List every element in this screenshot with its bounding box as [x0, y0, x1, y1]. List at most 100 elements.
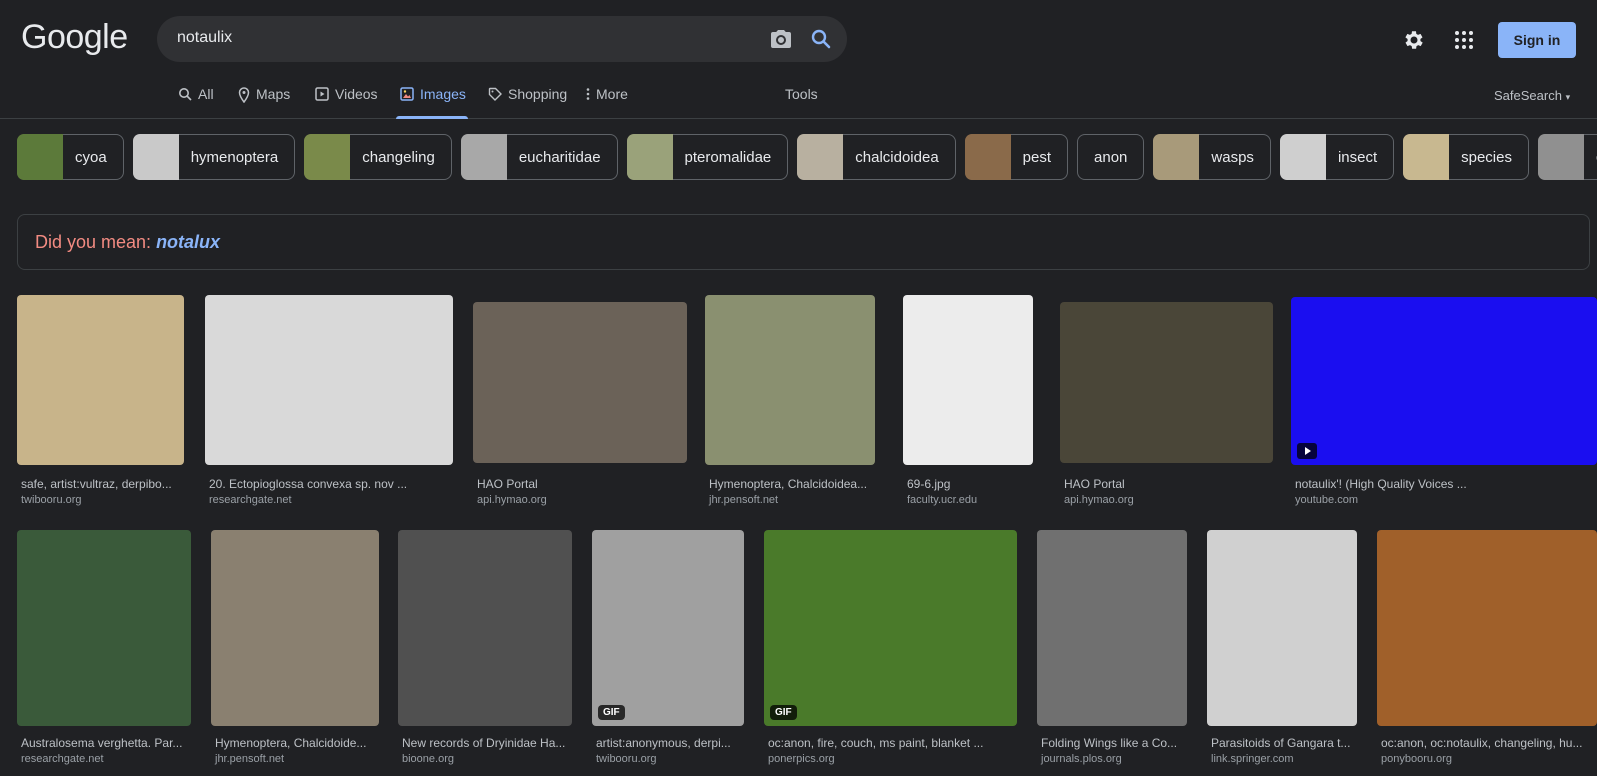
chip-species[interactable]: species	[1403, 134, 1529, 180]
tab-maps[interactable]: Maps	[238, 86, 290, 118]
result-title[interactable]: artist:anonymous, derpi...	[596, 736, 742, 750]
chip-cyoa[interactable]: cyoa	[17, 134, 124, 180]
result-site: faculty.ucr.edu	[907, 494, 978, 506]
chip-pteromalidae[interactable]: pteromalidae	[626, 134, 789, 180]
chip-eucharitidae[interactable]: eucharitidae	[460, 134, 618, 180]
result-site: twibooru.org	[596, 753, 657, 765]
chip-hymenoptera[interactable]: hymenoptera	[132, 134, 296, 180]
result-thumbnail[interactable]	[903, 295, 1033, 465]
chip-wasps[interactable]: wasps	[1153, 134, 1271, 180]
search-box[interactable]: notaulix	[157, 16, 847, 62]
result-thumbnail[interactable]: GIF	[764, 530, 1017, 726]
result-thumbnail[interactable]: GIF	[592, 530, 744, 726]
image-result[interactable]: notaulix'! (High Quality Voices ... youtu…	[1291, 297, 1597, 511]
chip-thumbnail	[797, 134, 844, 180]
chip-chalcidoidea[interactable]: chalcidoidea	[797, 134, 956, 180]
map-pin-icon	[238, 87, 250, 103]
result-title[interactable]: notaulix'! (High Quality Voices ...	[1295, 477, 1595, 491]
chip-insect[interactable]: insect	[1279, 134, 1395, 180]
image-result[interactable]: HAO Portal api.hymao.org	[1060, 302, 1273, 511]
image-result[interactable]: GIF oc:anon, fire, couch, ms paint, blank…	[764, 530, 1017, 770]
result-title[interactable]: oc:anon, fire, couch, ms paint, blanket …	[768, 736, 1015, 750]
tab-tools[interactable]: Tools	[785, 86, 818, 118]
safesearch-dropdown[interactable]: SafeSearch ▾	[1494, 88, 1570, 103]
chip-thumbnail	[460, 134, 507, 180]
chip-thumbnail	[132, 134, 179, 180]
result-thumbnail[interactable]	[473, 302, 687, 463]
result-site: link.springer.com	[1211, 753, 1294, 765]
chip-pest[interactable]: pest	[964, 134, 1069, 180]
google-logo[interactable]: Google	[21, 18, 128, 57]
did-you-mean-suggestion[interactable]: notalux	[156, 232, 220, 252]
result-thumbnail[interactable]	[17, 295, 184, 465]
result-thumbnail[interactable]	[1060, 302, 1273, 463]
image-result[interactable]: Hymenoptera, Chalcidoide... jhr.pensoft.n…	[211, 530, 379, 770]
result-thumbnail[interactable]	[1037, 530, 1187, 726]
related-searches-chips: cyoa hymenoptera changeling eucharitidae pte…	[17, 134, 1597, 182]
search-icon[interactable]	[809, 27, 833, 51]
image-result[interactable]: Australosema verghetta. Par... researchga…	[17, 530, 191, 770]
result-site: twibooru.org	[21, 494, 82, 506]
tab-all[interactable]: All	[178, 86, 214, 118]
chip-label: pest	[1022, 148, 1052, 166]
chip-thumbnail	[1153, 134, 1200, 180]
result-title[interactable]: oc:anon, oc:notaulix, changeling, hu...	[1381, 736, 1595, 750]
chip-label: pteromalidae	[684, 148, 772, 166]
result-thumbnail[interactable]	[211, 530, 379, 726]
image-result[interactable]: HAO Portal api.hymao.org	[473, 302, 687, 511]
image-result[interactable]: 69-6.jpg faculty.ucr.edu	[903, 295, 1033, 511]
chip-label: insect	[1337, 148, 1378, 166]
result-thumbnail[interactable]	[1377, 530, 1597, 726]
image-result[interactable]: New records of Dryinidae Ha... bioone.org	[398, 530, 572, 770]
video-icon	[315, 87, 329, 101]
result-title[interactable]: Australosema verghetta. Par...	[21, 736, 189, 750]
image-result[interactable]: 20. Ectopioglossa convexa sp. nov ... res…	[205, 295, 453, 511]
result-title[interactable]: safe, artist:vultraz, derpibo...	[21, 477, 182, 491]
result-site: bioone.org	[402, 753, 454, 765]
chip-anon[interactable]: anon	[1077, 134, 1145, 180]
chip-label: chalcidoidea	[855, 148, 939, 166]
image-result[interactable]: Folding Wings like a Co... journals.plos.…	[1037, 530, 1187, 770]
tab-label: Maps	[256, 86, 291, 102]
result-title[interactable]: Hymenoptera, Chalcidoidea...	[709, 477, 873, 491]
result-site: researchgate.net	[209, 494, 292, 506]
chip-changeling[interactable]: changeling	[304, 134, 452, 180]
result-title[interactable]: HAO Portal	[1064, 477, 1271, 491]
result-title[interactable]: 20. Ectopioglossa convexa sp. nov ...	[209, 477, 451, 491]
chip-chalcidoidea[interactable]: chalcidoidea	[1537, 134, 1597, 180]
result-title[interactable]: 69-6.jpg	[907, 477, 1031, 491]
chip-thumbnail	[626, 134, 673, 180]
apps-grid-icon[interactable]	[1454, 30, 1474, 50]
result-thumbnail[interactable]	[398, 530, 572, 726]
image-result[interactable]: Hymenoptera, Chalcidoidea... jhr.pensoft.…	[705, 295, 875, 511]
result-thumbnail[interactable]	[205, 295, 453, 465]
image-result[interactable]: safe, artist:vultraz, derpibo... twibooru…	[17, 295, 184, 511]
result-title[interactable]: Parasitoids of Gangara t...	[1211, 736, 1355, 750]
tab-videos[interactable]: Videos	[315, 86, 378, 118]
sign-in-button[interactable]: Sign in	[1498, 22, 1576, 58]
search-input[interactable]: notaulix	[177, 29, 232, 47]
chip-label: cyoa	[75, 148, 107, 166]
result-title[interactable]: Hymenoptera, Chalcidoide...	[215, 736, 377, 750]
tab-shopping[interactable]: Shopping	[488, 86, 567, 118]
result-title[interactable]: New records of Dryinidae Ha...	[402, 736, 570, 750]
image-result[interactable]: oc:anon, oc:notaulix, changeling, hu... p…	[1377, 530, 1597, 770]
result-thumbnail[interactable]	[17, 530, 191, 726]
image-result[interactable]: GIF artist:anonymous, derpi... twibooru.or…	[592, 530, 744, 770]
result-site: jhr.pensoft.net	[709, 494, 779, 506]
result-thumbnail[interactable]	[705, 295, 875, 465]
chip-thumbnail	[17, 134, 63, 180]
chip-thumbnail	[1537, 134, 1584, 180]
tab-more[interactable]: More	[586, 86, 628, 118]
more-vert-icon	[586, 88, 590, 100]
camera-icon[interactable]	[769, 27, 793, 51]
result-title[interactable]: HAO Portal	[477, 477, 685, 491]
tab-images[interactable]: Images	[396, 86, 468, 119]
image-result[interactable]: Parasitoids of Gangara t... link.springer…	[1207, 530, 1357, 770]
result-thumbnail[interactable]	[1291, 297, 1597, 465]
gear-icon[interactable]	[1402, 28, 1426, 52]
tab-label: More	[596, 86, 628, 102]
tab-label: All	[198, 86, 214, 102]
result-title[interactable]: Folding Wings like a Co...	[1041, 736, 1185, 750]
result-thumbnail[interactable]	[1207, 530, 1357, 726]
